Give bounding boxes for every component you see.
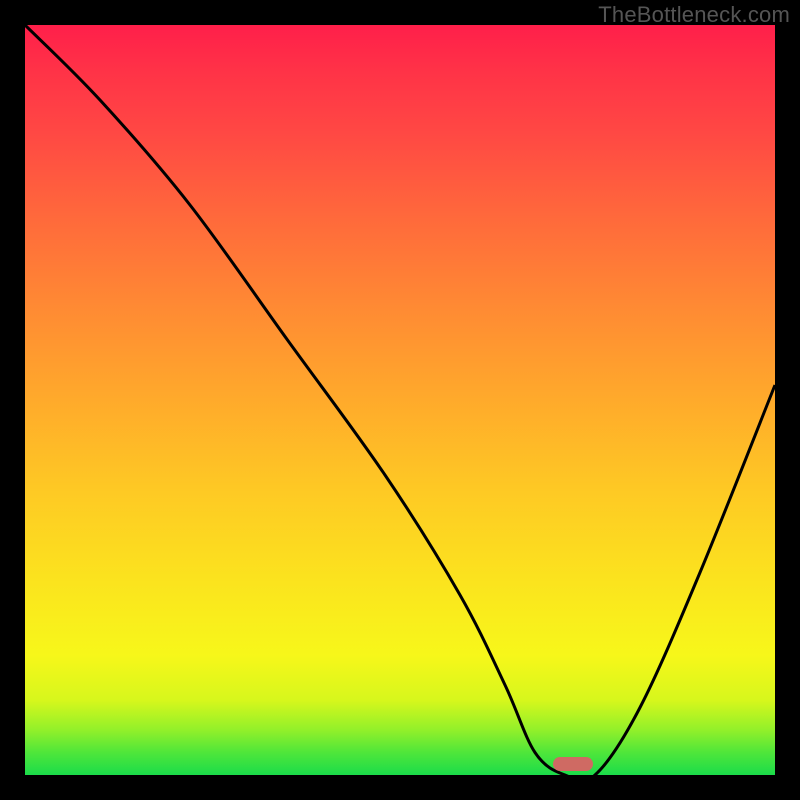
curve-path <box>25 25 775 775</box>
chart-frame: TheBottleneck.com <box>0 0 800 800</box>
plot-area <box>25 25 775 775</box>
optimal-point-marker <box>553 757 593 771</box>
bottleneck-curve <box>25 25 775 775</box>
